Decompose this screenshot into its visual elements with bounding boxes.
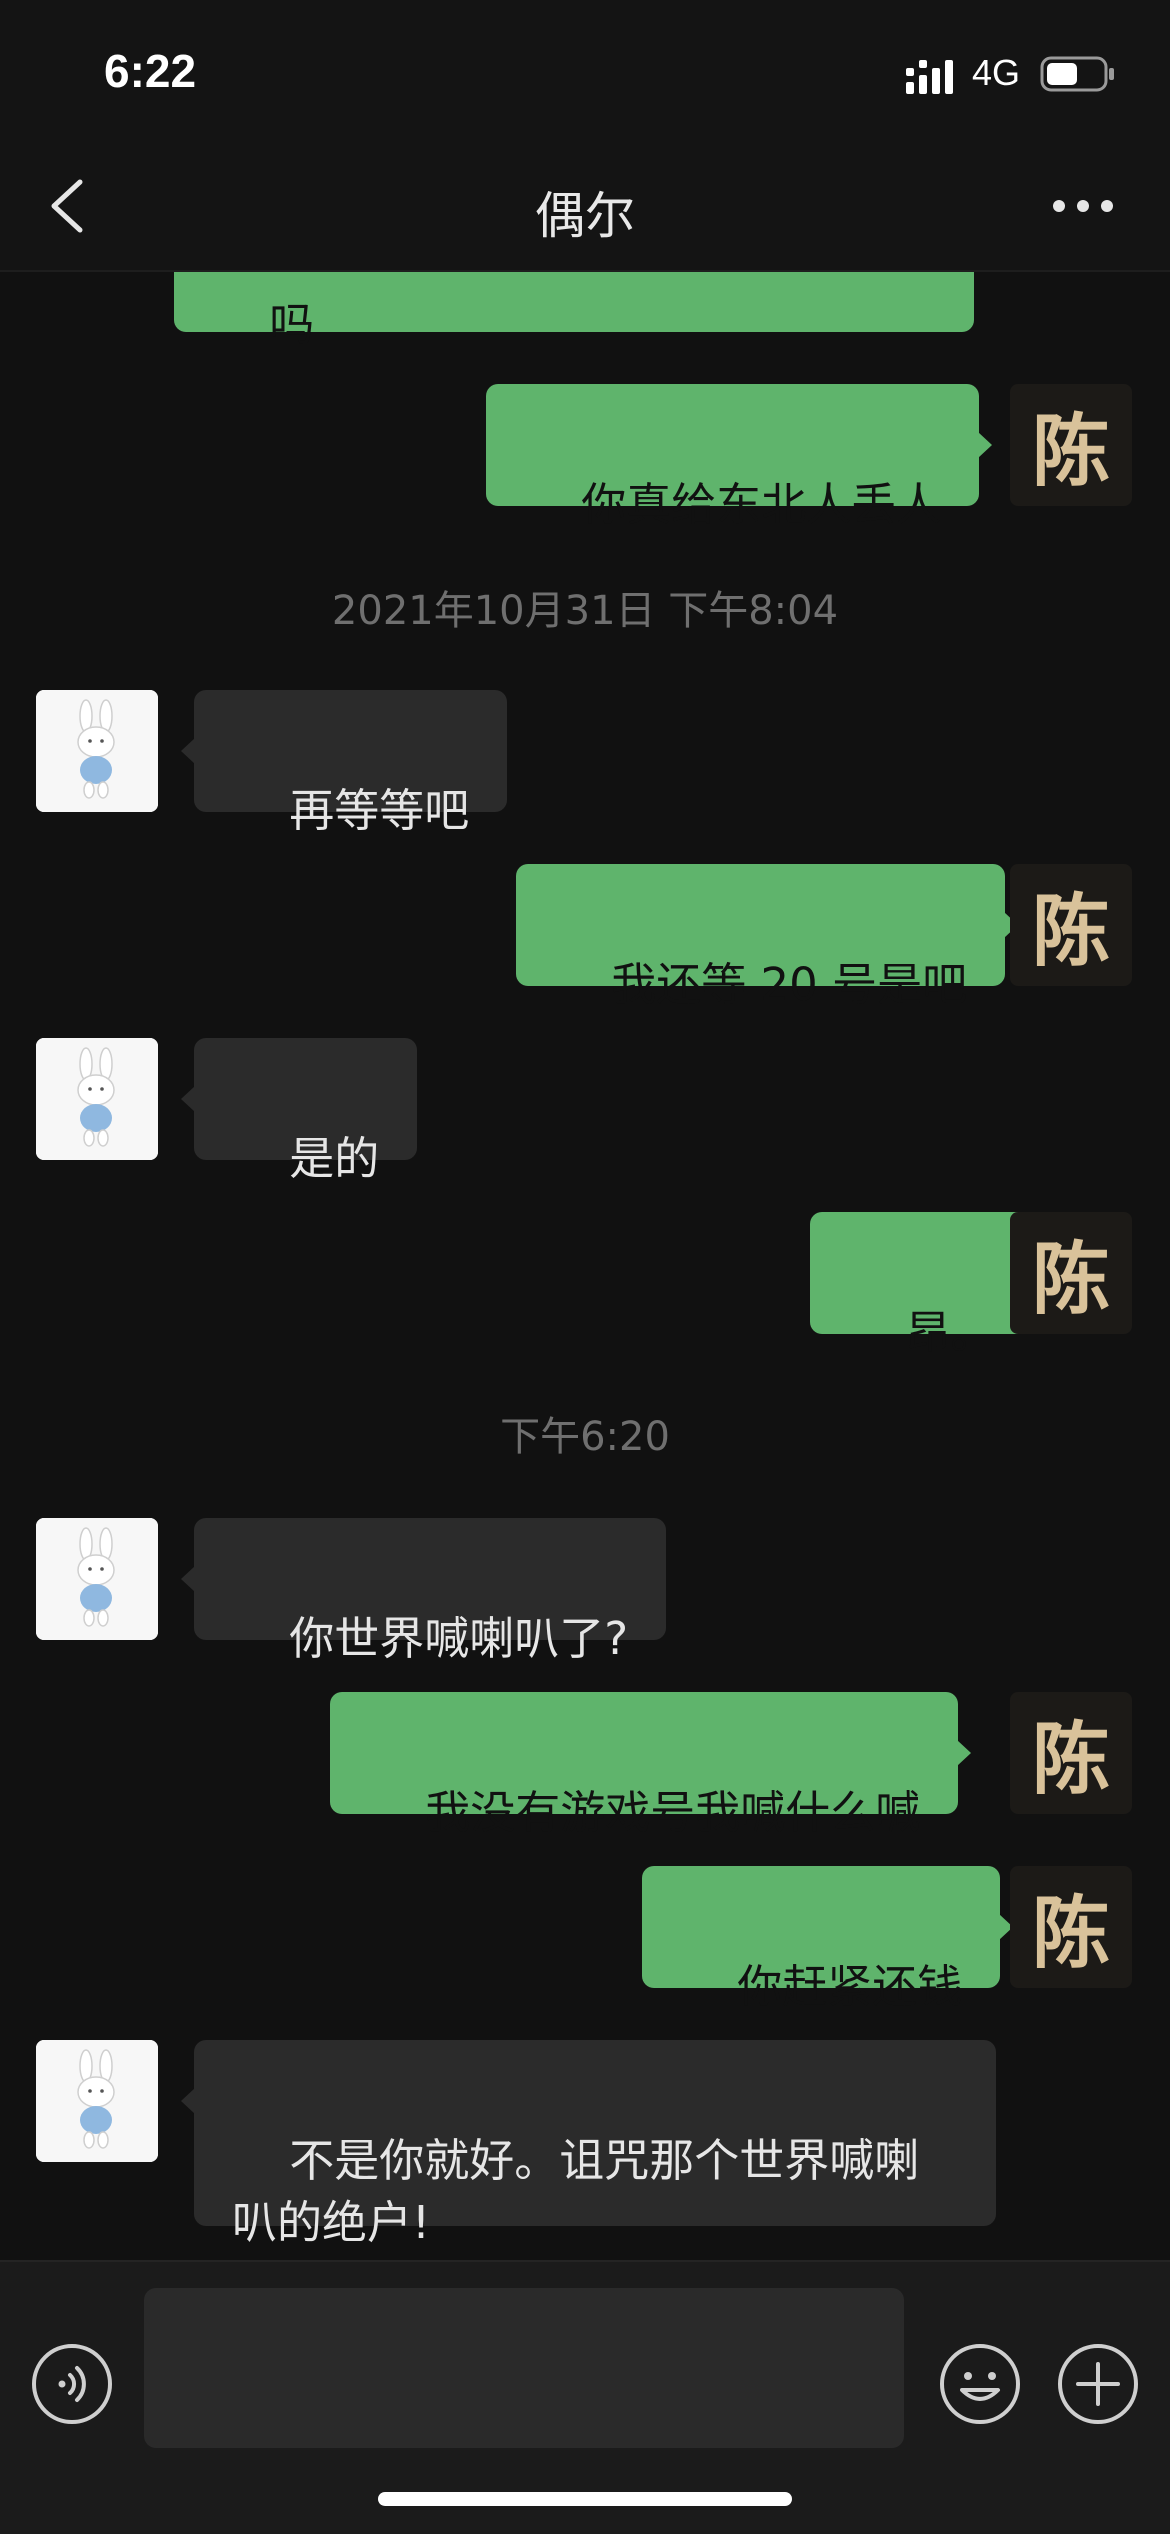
status-bar: 6:22 4G xyxy=(0,0,1170,150)
message-text: 我没有游戏号我喊什么喊 xyxy=(425,1786,921,1839)
avatar-glyph: 陈 xyxy=(1031,406,1110,497)
message-text: 吗 xyxy=(269,298,315,351)
signal-icon xyxy=(906,60,953,94)
timestamp: 2021年10月31日 下午8:04 xyxy=(331,588,839,634)
battery-icon xyxy=(1040,56,1114,92)
chat-list[interactable]: 吗 你真给东北人丢人 陈 2021年10月31日 下午8:04 再等等吧 我还等… xyxy=(0,272,1170,2260)
message-bubble-received[interactable]: 是的 xyxy=(180,1038,418,1185)
message-bubble-sent[interactable]: 你赶紧还钱 xyxy=(642,1866,1014,2013)
input-bar xyxy=(0,2260,1170,2534)
message-text: 你赶紧还钱 xyxy=(737,1960,963,2013)
bunny-avatar-icon xyxy=(36,690,158,812)
emoji-icon[interactable] xyxy=(938,2342,1022,2426)
status-time: 6:22 xyxy=(104,45,197,97)
message-bubble-sent[interactable]: 昂。 xyxy=(810,1212,1047,1359)
message-input[interactable] xyxy=(144,2288,904,2448)
message-text: 我还等 20 号是吧 xyxy=(611,958,968,1011)
network-type: 4G xyxy=(972,52,1021,93)
contact-avatar[interactable] xyxy=(36,690,158,812)
bunny-avatar-icon xyxy=(36,1518,158,1640)
avatar-glyph: 陈 xyxy=(1031,1234,1110,1325)
my-avatar[interactable]: 陈 xyxy=(1010,1692,1132,1814)
my-avatar[interactable]: 陈 xyxy=(1010,384,1132,506)
bunny-avatar-icon xyxy=(36,1038,158,1160)
contact-avatar[interactable] xyxy=(36,1038,158,1160)
home-indicator xyxy=(378,2492,792,2506)
bunny-avatar-icon xyxy=(36,2040,158,2162)
avatar-glyph: 陈 xyxy=(1031,1888,1110,1979)
message-bubble-sent[interactable]: 吗 xyxy=(174,272,974,351)
my-avatar[interactable]: 陈 xyxy=(1010,864,1132,986)
message-bubble-received[interactable]: 再等等吧 xyxy=(180,690,508,837)
message-bubble-sent[interactable]: 我还等 20 号是吧 xyxy=(516,864,1019,1011)
message-text: 不是你就好。诅咒那个世界喊喇 叭的绝户! xyxy=(232,2134,920,2249)
message-text: 昂。 xyxy=(905,1306,996,1359)
nav-bar: 偶尔 xyxy=(0,150,1170,272)
my-avatar[interactable]: 陈 xyxy=(1010,1866,1132,1988)
message-text: 是的 xyxy=(289,1132,380,1185)
more-dots-icon[interactable] xyxy=(1052,194,1114,218)
message-bubble-sent[interactable]: 你真给东北人丢人 xyxy=(486,384,993,531)
my-avatar[interactable]: 陈 xyxy=(1010,1212,1132,1334)
contact-avatar[interactable] xyxy=(36,2040,158,2162)
timestamp: 下午6:20 xyxy=(500,1414,670,1460)
chat-title: 偶尔 xyxy=(535,187,635,245)
plus-icon[interactable] xyxy=(1056,2342,1140,2426)
avatar-glyph: 陈 xyxy=(1031,886,1110,977)
message-text: 你真给东北人丢人 xyxy=(581,478,942,531)
message-bubble-received[interactable]: 你世界喊喇叭了? xyxy=(180,1518,667,1665)
message-text: 再等等吧 xyxy=(289,784,470,837)
voice-icon[interactable] xyxy=(30,2342,114,2426)
avatar-glyph: 陈 xyxy=(1031,1714,1110,1805)
message-text: 你世界喊喇叭了? xyxy=(289,1612,629,1665)
contact-avatar[interactable] xyxy=(36,1518,158,1640)
message-bubble-received[interactable]: 不是你就好。诅咒那个世界喊喇 叭的绝户! xyxy=(181,2040,996,2249)
message-bubble-sent[interactable]: 我没有游戏号我喊什么喊 xyxy=(330,1692,972,1839)
